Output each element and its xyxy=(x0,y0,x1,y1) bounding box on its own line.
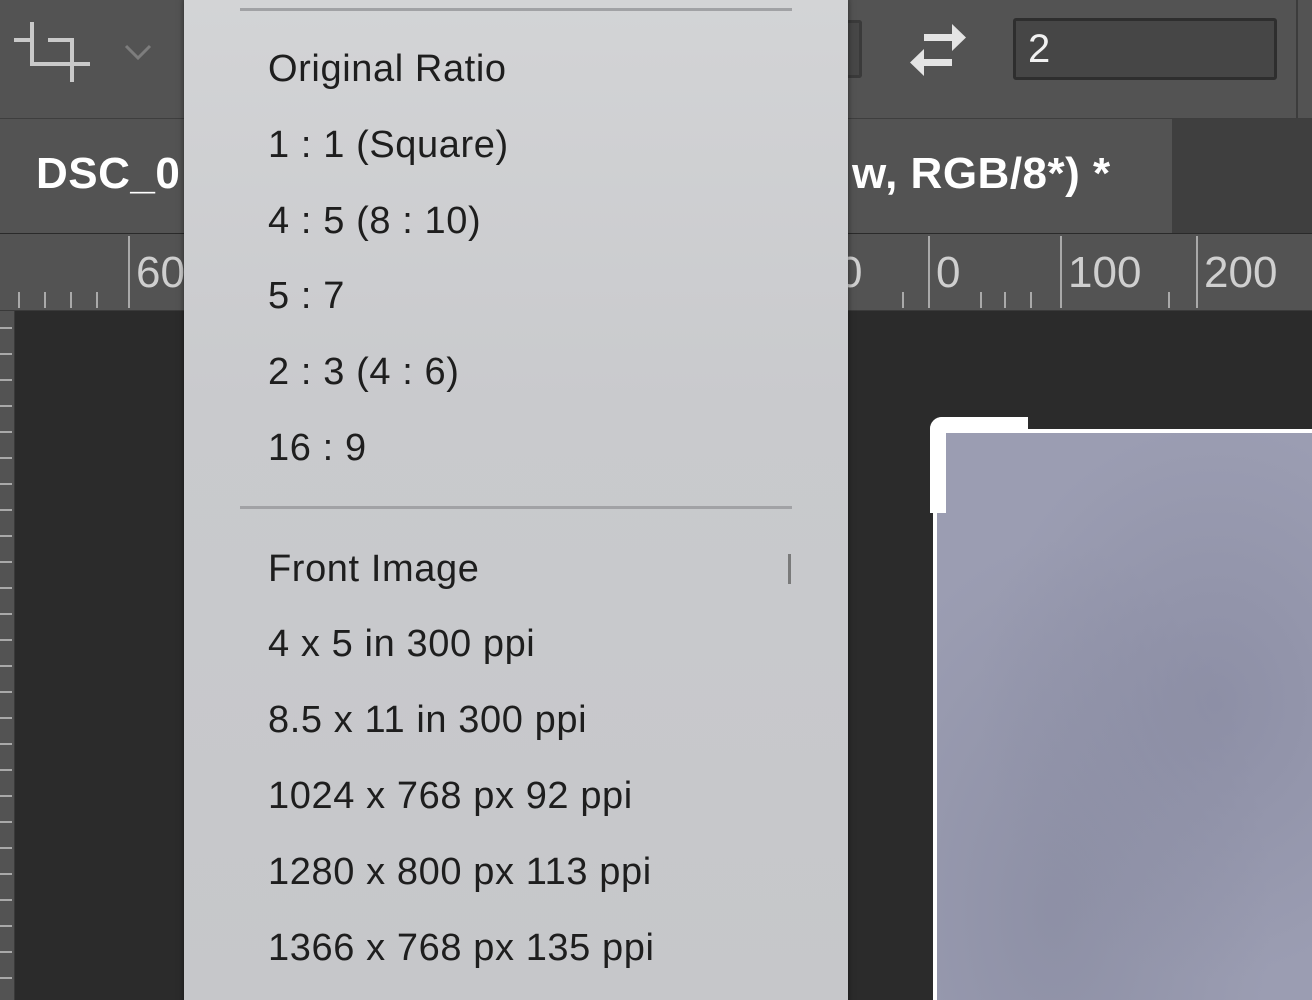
ruler-tick xyxy=(0,509,12,511)
ruler-tick xyxy=(0,587,12,589)
ruler-tick xyxy=(0,717,12,719)
crop-handle-top-left[interactable] xyxy=(930,417,1028,513)
tool-preset-dropdown[interactable] xyxy=(120,36,156,66)
ruler-tick xyxy=(0,691,12,693)
menu-item-16-9[interactable]: 16 : 9 xyxy=(268,427,367,470)
ruler-tick xyxy=(0,873,12,875)
vertical-ruler xyxy=(0,311,15,1000)
menu-item-2-3[interactable]: 2 : 3 (4 : 6) xyxy=(268,351,460,394)
ruler-tick xyxy=(1004,292,1006,308)
ruler-tick-major xyxy=(128,236,130,308)
menu-item-8-5x11-300ppi[interactable]: 8.5 x 11 in 300 ppi xyxy=(268,699,587,742)
menu-item-original-ratio[interactable]: Original Ratio xyxy=(268,48,507,91)
ruler-tick xyxy=(1030,292,1032,308)
ruler-tick xyxy=(0,639,12,641)
ruler-tick xyxy=(0,483,12,485)
ruler-tick xyxy=(0,795,12,797)
menu-item-1-1-square[interactable]: 1 : 1 (Square) xyxy=(268,124,509,167)
ruler-tick xyxy=(44,292,46,308)
photo-editor-window: 2 DSC_0 w, RGB/8*) * 60 0 0 100 200 Orig… xyxy=(0,0,1312,1000)
ruler-tick xyxy=(96,292,98,308)
ruler-tick xyxy=(0,925,12,927)
menu-separator xyxy=(240,8,792,11)
ruler-tick xyxy=(980,292,982,308)
menu-item-4-5[interactable]: 4 : 5 (8 : 10) xyxy=(268,200,481,243)
menu-item-1366x768[interactable]: 1366 x 768 px 135 ppi xyxy=(268,927,655,970)
ruler-label: 100 xyxy=(1068,248,1142,297)
ruler-tick xyxy=(18,292,20,308)
ruler-label: 0 xyxy=(936,248,961,297)
ruler-tick xyxy=(0,613,12,615)
ratio-height-value: 2 xyxy=(1028,27,1051,71)
ruler-tick xyxy=(0,561,12,563)
menu-item-1280x800[interactable]: 1280 x 800 px 113 ppi xyxy=(268,851,652,894)
menu-item-5-7[interactable]: 5 : 7 xyxy=(268,275,345,318)
crop-icon xyxy=(14,22,90,82)
ruler-tick-major xyxy=(1196,236,1198,308)
ruler-tick xyxy=(0,847,12,849)
ruler-tick xyxy=(0,405,12,407)
ruler-tick xyxy=(0,821,12,823)
ruler-tick xyxy=(0,951,12,953)
ruler-tick xyxy=(0,977,12,979)
ruler-tick xyxy=(70,292,72,308)
swap-arrows-icon xyxy=(910,24,966,76)
crop-ratio-menu: Original Ratio 1 : 1 (Square) 4 : 5 (8 :… xyxy=(184,0,848,1000)
ruler-tick xyxy=(0,769,12,771)
crop-tool-button[interactable] xyxy=(10,14,100,84)
menu-separator xyxy=(240,506,792,509)
ruler-tick xyxy=(0,665,12,667)
ratio-height-input[interactable]: 2 xyxy=(1013,18,1277,80)
ruler-tick xyxy=(0,535,12,537)
document-tab-title-end: w, RGB/8*) * xyxy=(852,149,1111,198)
document-tab-title-start: DSC_0 xyxy=(36,149,181,198)
ruler-tick-major xyxy=(928,236,930,308)
document-image[interactable] xyxy=(933,429,1312,1000)
ruler-tick xyxy=(0,327,12,329)
menu-item-4x5-300ppi[interactable]: 4 x 5 in 300 ppi xyxy=(268,623,535,666)
menu-item-front-image[interactable]: Front Image xyxy=(268,548,479,591)
ruler-tick xyxy=(0,457,12,459)
ruler-label: 60 xyxy=(136,248,185,297)
ruler-tick xyxy=(0,431,12,433)
toolbar-divider xyxy=(1296,0,1298,118)
swap-dimensions-button[interactable] xyxy=(902,20,974,80)
ruler-tick xyxy=(1168,292,1170,308)
ruler-tick-major xyxy=(1060,236,1062,308)
menu-item-1024x768[interactable]: 1024 x 768 px 92 ppi xyxy=(268,775,633,818)
ruler-tick xyxy=(0,353,12,355)
ruler-tick xyxy=(0,379,12,381)
ruler-tick xyxy=(902,292,904,308)
chevron-down-icon xyxy=(124,44,152,61)
ruler-tick xyxy=(0,899,12,901)
ratio-width-input[interactable] xyxy=(848,20,862,78)
ruler-tick xyxy=(0,743,12,745)
menu-item-shortcut-mark xyxy=(788,554,791,584)
ruler-label: 200 xyxy=(1204,248,1278,297)
